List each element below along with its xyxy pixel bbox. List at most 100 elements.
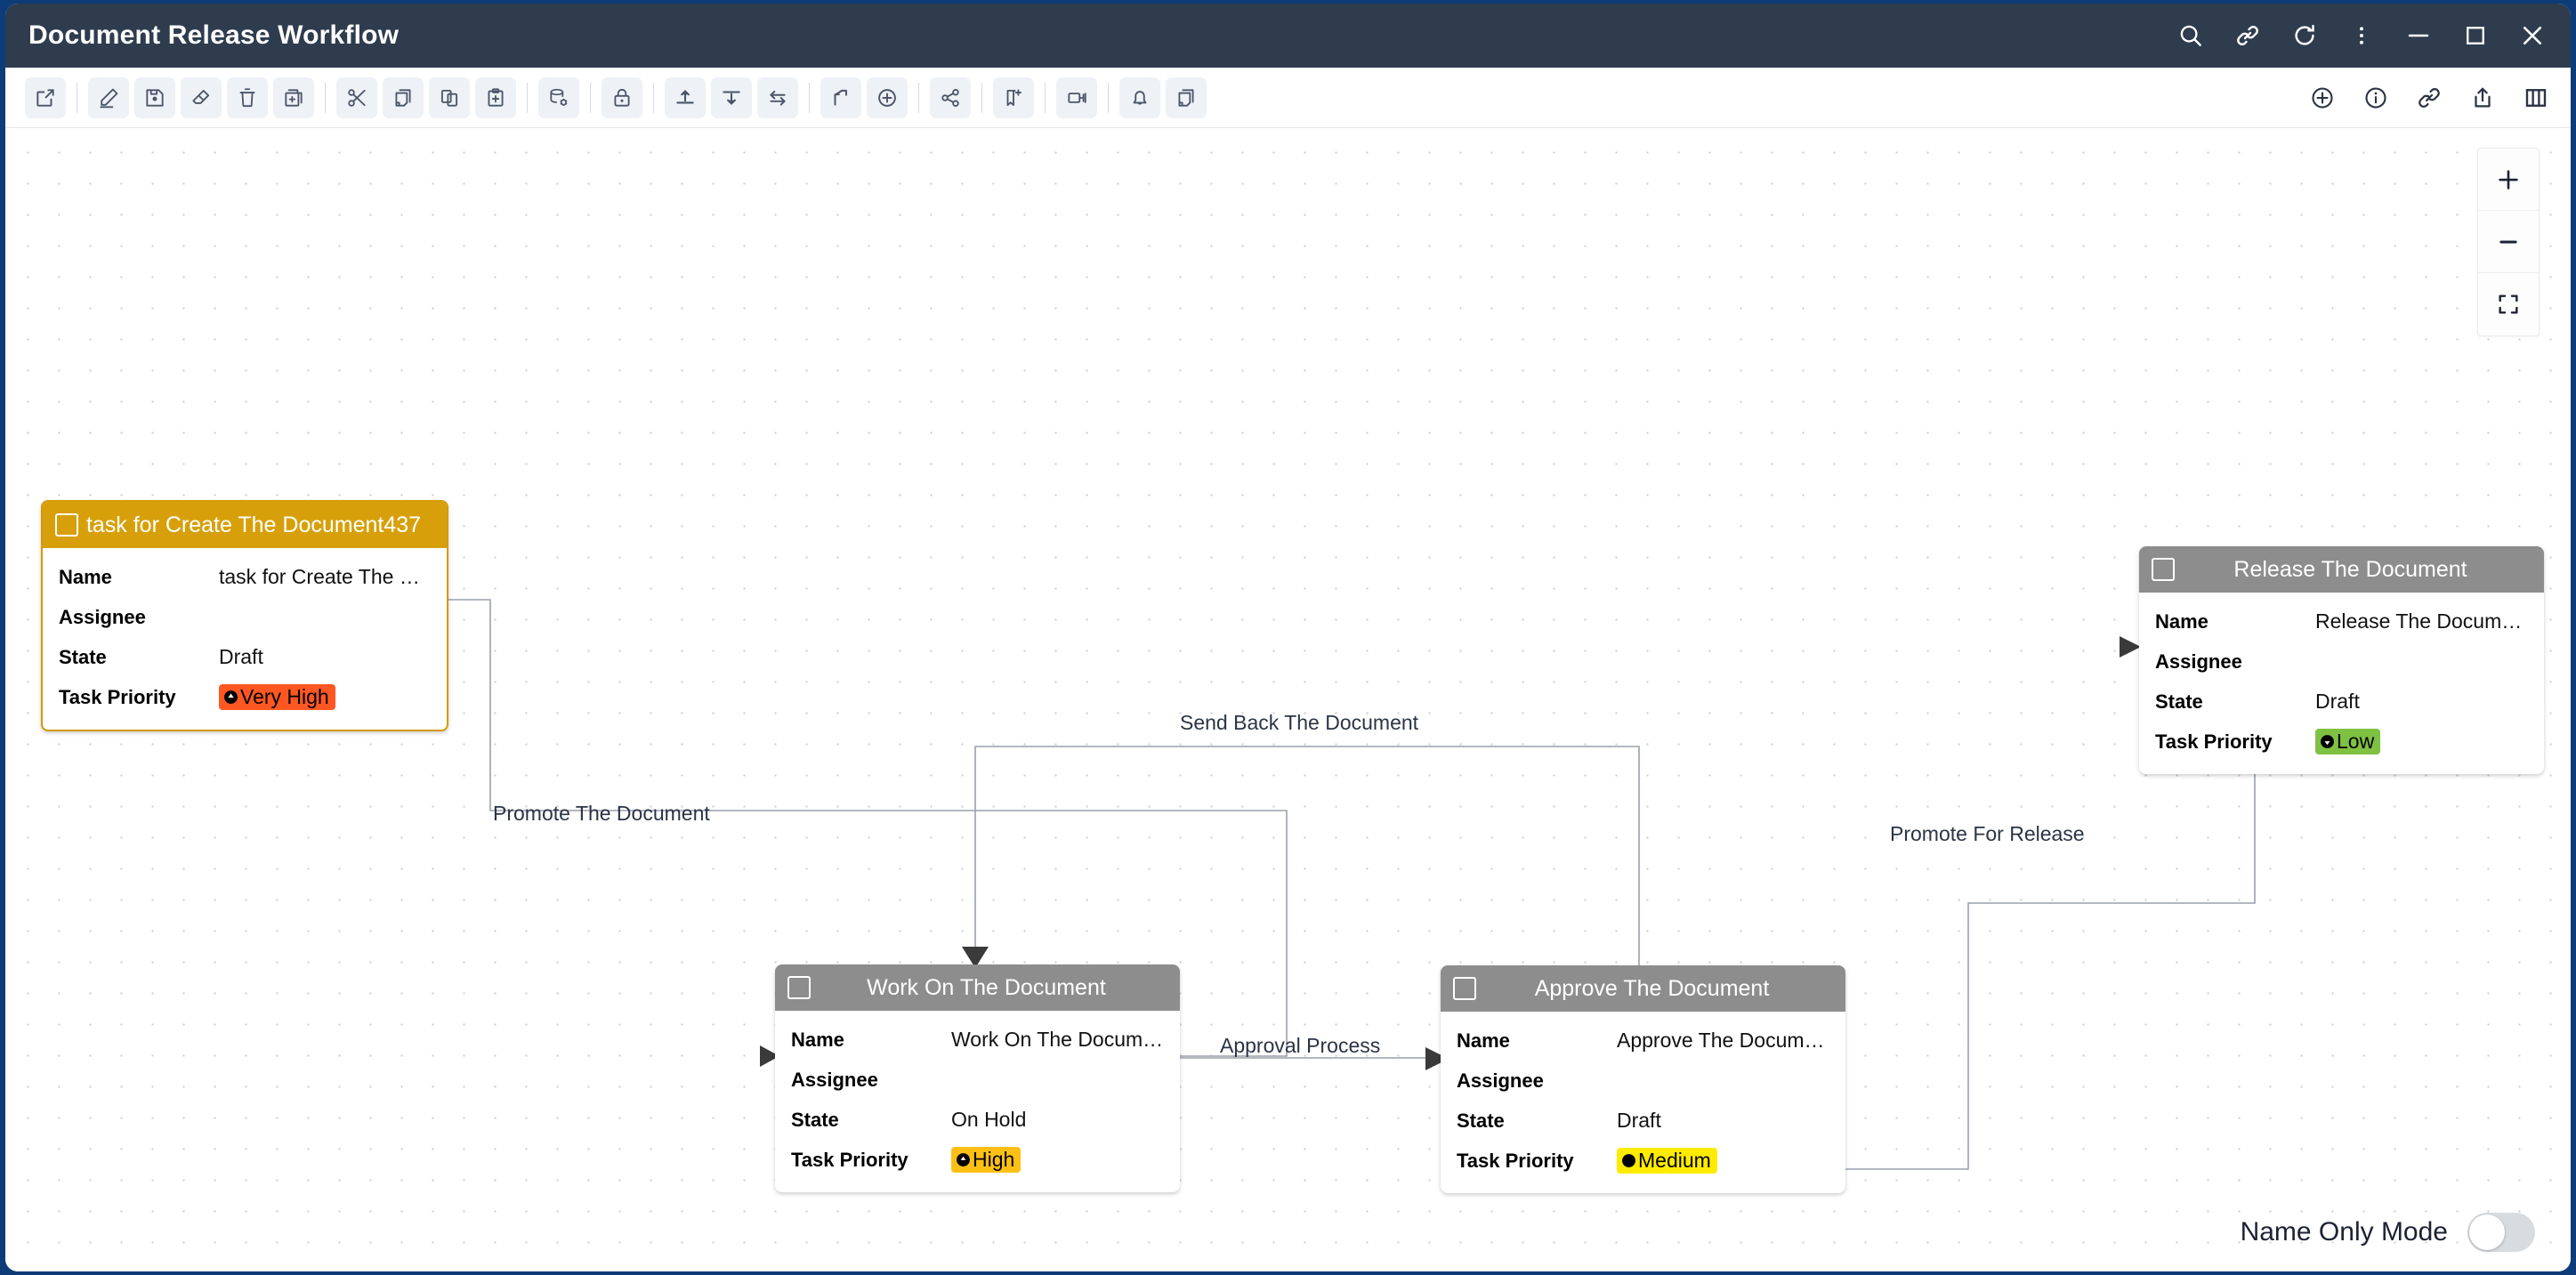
toolbar-divider — [325, 82, 326, 113]
priority-label: Medium — [1638, 1148, 1711, 1172]
eraser-icon[interactable] — [181, 77, 222, 118]
node-body: Name task for Create The Do... Assignee … — [43, 548, 447, 730]
share-nodes-icon[interactable] — [930, 77, 971, 118]
priority-label: High — [973, 1147, 1015, 1171]
node-value-name: Release The Document — [2315, 609, 2528, 633]
link-icon[interactable] — [2233, 20, 2263, 51]
workflow-node-create[interactable]: task for Create The Document437 Name tas… — [41, 500, 448, 731]
checkin-icon[interactable] — [665, 77, 706, 118]
checkout-icon[interactable] — [711, 77, 752, 118]
toolbar-group-lock — [602, 77, 642, 118]
node-checkbox[interactable] — [787, 976, 811, 999]
node-header[interactable]: Release The Document — [2139, 546, 2544, 593]
node-header[interactable]: Work On The Document — [775, 964, 1180, 1011]
columns-icon[interactable] — [2521, 83, 2551, 113]
refresh-icon[interactable] — [2289, 20, 2320, 51]
paste-special-icon[interactable] — [475, 77, 516, 118]
node-header[interactable]: Approve The Document — [1441, 965, 1845, 1012]
info-circle-icon[interactable] — [2361, 83, 2391, 113]
status-badge-priority: Medium — [1617, 1147, 1717, 1174]
save-icon[interactable] — [134, 77, 175, 118]
node-key-state: State — [59, 645, 107, 668]
node-key-name: Name — [59, 565, 112, 588]
node-key-assignee: Assignee — [2155, 650, 2242, 673]
node-key-name: Name — [2155, 609, 2209, 633]
toolbar-group-branch — [820, 77, 908, 118]
paste-icon[interactable] — [429, 77, 470, 118]
edit-pencil-icon[interactable] — [88, 77, 129, 118]
minimize-icon[interactable] — [2403, 20, 2434, 51]
node-title: Release The Document — [2233, 556, 2467, 582]
toolbar-divider — [527, 82, 528, 113]
node-row-priority: Task Priority Very High — [43, 677, 447, 717]
node-checkbox[interactable] — [1453, 977, 1476, 1000]
priority-very-high-icon — [223, 690, 238, 705]
priority-label: Low — [2337, 729, 2375, 753]
cut-scissors-icon[interactable] — [336, 77, 377, 118]
delete-trash-icon[interactable] — [227, 77, 268, 118]
duplicate-add-icon[interactable] — [273, 77, 314, 118]
transfer-icon[interactable] — [1056, 77, 1097, 118]
toolbar-divider — [590, 82, 591, 113]
node-key-task-priority: Task Priority — [2155, 730, 2273, 753]
swap-arrows-icon[interactable] — [757, 77, 798, 118]
node-key-state: State — [791, 1108, 839, 1131]
node-value-state: Draft — [219, 645, 263, 668]
name-only-mode-toggle[interactable] — [2467, 1213, 2535, 1252]
node-row-assignee: Assignee — [2139, 642, 2544, 682]
zoom-in-button[interactable] — [2478, 149, 2539, 211]
toolbar-divider — [809, 82, 810, 113]
node-checkbox[interactable] — [2152, 558, 2175, 581]
add-circle-icon[interactable] — [2307, 83, 2338, 113]
bookmark-add-icon[interactable] — [993, 77, 1034, 118]
node-key-state: State — [1457, 1109, 1505, 1132]
node-checkbox[interactable] — [55, 513, 78, 537]
zoom-controls — [2477, 148, 2540, 336]
toolbar-group-clipboard — [336, 77, 516, 118]
workflow-node-approve[interactable]: Approve The Document Name Approve The Do… — [1441, 965, 1845, 1193]
window-controls — [2176, 20, 2548, 51]
node-body: Name Approve The Document Assignee State… — [1441, 1012, 1845, 1193]
name-only-mode-control[interactable]: Name Only Mode — [2241, 1213, 2535, 1252]
toolbar-group-edit — [88, 77, 314, 118]
zoom-out-button[interactable] — [2478, 211, 2539, 273]
main-toolbar — [5, 68, 2571, 128]
application-window: Document Release Workflow Promote The Do… — [5, 4, 2571, 1271]
workflow-node-release[interactable]: Release The Document Name Release The Do… — [2139, 546, 2544, 774]
upload-share-icon[interactable] — [2467, 83, 2498, 113]
link-icon[interactable] — [2414, 83, 2444, 113]
node-row-name: Name Work On The Document — [775, 1020, 1180, 1060]
toolbar-group-checkinout — [665, 77, 798, 118]
node-value-state: On Hold — [951, 1108, 1027, 1131]
edge-send-back-the-document — [974, 746, 1640, 977]
branch-icon[interactable] — [820, 77, 861, 118]
toolbar-group-share — [930, 77, 971, 118]
add-circle-icon[interactable] — [867, 77, 908, 118]
status-badge-priority: High — [951, 1146, 1022, 1174]
pages-icon[interactable] — [1166, 77, 1207, 118]
open-external-icon[interactable] — [25, 77, 66, 118]
node-header[interactable]: task for Create The Document437 — [43, 502, 447, 548]
workflow-canvas[interactable]: Promote The Document Send Back The Docum… — [5, 128, 2571, 1271]
node-row-assignee: Assignee — [775, 1060, 1180, 1100]
node-row-name: Name Approve The Document — [1441, 1021, 1845, 1061]
node-row-priority: Task Priority Medium — [1441, 1141, 1845, 1181]
lock-icon[interactable] — [602, 77, 642, 118]
maximize-icon[interactable] — [2460, 20, 2491, 51]
node-body: Name Work On The Document Assignee State… — [775, 1011, 1180, 1192]
workflow-node-work[interactable]: Work On The Document Name Work On The Do… — [775, 964, 1180, 1192]
node-value-name: task for Create The Do... — [219, 565, 431, 588]
database-settings-icon[interactable] — [538, 77, 579, 118]
search-icon[interactable] — [2176, 20, 2206, 51]
copy-pages-icon[interactable] — [383, 77, 424, 118]
status-badge-priority: Very High — [219, 683, 335, 711]
fit-to-screen-button[interactable] — [2478, 273, 2539, 335]
name-only-mode-label: Name Only Mode — [2240, 1217, 2448, 1247]
node-key-task-priority: Task Priority — [791, 1148, 908, 1171]
node-value-state: Draft — [1617, 1109, 1661, 1132]
more-vertical-icon[interactable] — [2346, 20, 2377, 51]
title-bar: Document Release Workflow — [5, 4, 2571, 68]
bell-icon[interactable] — [1119, 77, 1160, 118]
close-icon[interactable] — [2517, 20, 2548, 51]
window-title: Document Release Workflow — [28, 20, 400, 50]
